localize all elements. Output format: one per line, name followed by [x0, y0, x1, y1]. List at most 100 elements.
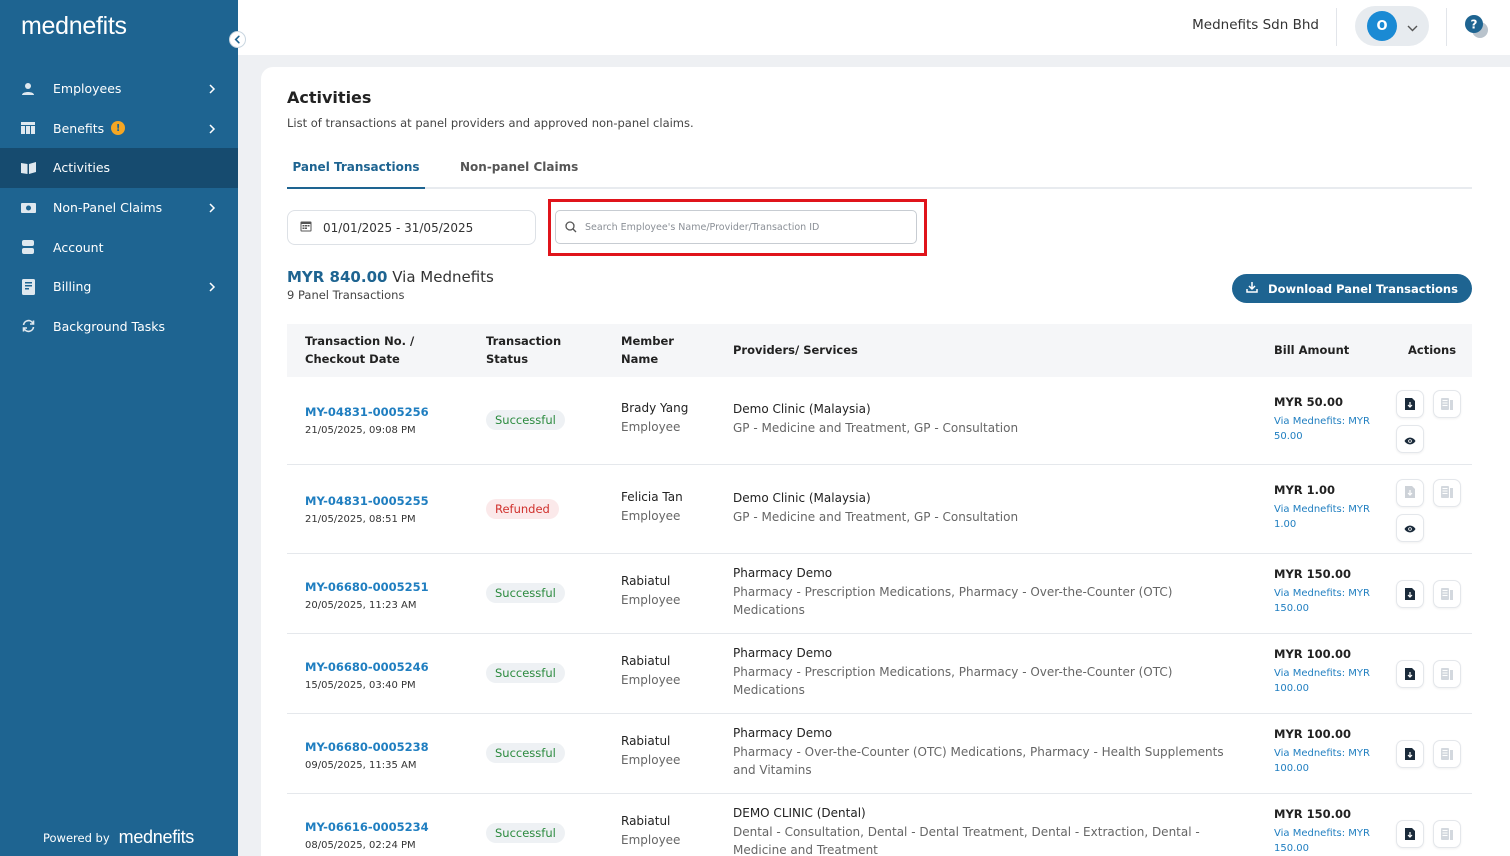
invoice-icon [1441, 483, 1453, 502]
sidebar-item-employees[interactable]: Employees [0, 69, 238, 109]
member-name: Rabiatul [621, 654, 671, 668]
checkout-date: 09/05/2025, 11:35 AM [305, 760, 417, 771]
checkout-date: 08/05/2025, 02:24 PM [305, 840, 416, 851]
sidebar-item-non-panel-claims[interactable]: Non-Panel Claims [0, 188, 238, 228]
benefits-icon [20, 120, 36, 136]
avatar: O [1367, 11, 1397, 41]
tab-non-panel-claims[interactable]: Non-panel Claims [460, 149, 578, 189]
sidebar-item-background-tasks[interactable]: Background Tasks [0, 307, 238, 347]
member-type: Employee [621, 593, 681, 607]
sidebar-item-account[interactable]: Account [0, 227, 238, 267]
member-name: Rabiatul [621, 574, 671, 588]
member-cell: Brady Yang Employee [621, 401, 688, 434]
transaction-cell: MY-06680-0005238 09/05/2025, 11:35 AM [305, 740, 429, 771]
table-row: MY-06616-0005234 08/05/2025, 02:24 PM Su… [287, 794, 1472, 856]
sidebar-item-label: Employees [53, 81, 122, 97]
invoice-button[interactable] [1433, 740, 1461, 768]
total-amount: MYR 840.00 Via Mednefits [287, 268, 494, 286]
svg-text:?: ? [1471, 18, 1478, 32]
user-menu-button[interactable]: O [1355, 6, 1429, 46]
member-name: Rabiatul [621, 814, 671, 828]
member-cell: Rabiatul Employee [621, 814, 680, 847]
invoice-button[interactable] [1433, 820, 1461, 848]
transaction-cell: MY-06680-0005246 15/05/2025, 03:40 PM [305, 660, 429, 691]
provider-name: Pharmacy Demo [733, 566, 833, 580]
date-range-picker[interactable]: 01/01/2025 - 31/05/2025 [287, 210, 536, 245]
invoice-button[interactable] [1433, 580, 1461, 608]
transaction-link[interactable]: MY-04831-0005255 [305, 494, 429, 508]
chevron-right-icon [208, 280, 216, 295]
member-name: Rabiatul [621, 734, 671, 748]
checkout-date: 21/05/2025, 08:51 PM [305, 513, 416, 525]
help-icon[interactable]: ? [1464, 14, 1490, 40]
invoice-icon [1441, 665, 1453, 684]
invoice-button[interactable] [1433, 660, 1461, 688]
invoice-icon [1441, 745, 1453, 764]
download-receipt-button[interactable] [1396, 580, 1424, 608]
sidebar-item-label: Non-Panel Claims [53, 200, 163, 216]
download-receipt-button[interactable] [1396, 740, 1424, 768]
member-cell: Rabiatul Employee [621, 654, 680, 687]
account-icon [20, 239, 36, 255]
chevron-right-icon [208, 82, 216, 97]
invoice-button[interactable] [1433, 390, 1461, 418]
table-row: MY-04831-0005256 21/05/2025, 09:08 PM Su… [287, 377, 1472, 465]
search-field[interactable] [555, 210, 917, 244]
provider-cell: Pharmacy Demo Pharmacy - Over-the-Counte… [733, 726, 1228, 779]
header-status: Transaction Status [486, 334, 562, 366]
page-subtitle: List of transactions at panel providers … [287, 116, 694, 130]
sidebar-item-label: Activities [53, 160, 111, 176]
transaction-link[interactable]: MY-06680-0005246 [305, 660, 429, 674]
transaction-link[interactable]: MY-06680-0005238 [305, 740, 429, 754]
table-header: Transaction No. / Checkout Date Transacti… [287, 324, 1472, 377]
divider [1446, 8, 1447, 46]
transaction-link[interactable]: MY-06616-0005234 [305, 820, 429, 834]
via-mednefits-amount: Via Mednefits: MYR 100.00 [1274, 748, 1370, 774]
mednefits-logo[interactable]: mednefits [21, 12, 127, 41]
member-cell: Rabiatul Employee [621, 574, 680, 607]
provider-cell: Pharmacy Demo Pharmacy - Prescription Me… [733, 566, 1228, 619]
provider-services: GP - Medicine and Treatment, GP - Consul… [733, 509, 1019, 524]
activities-card: Activities List of transactions at panel… [261, 67, 1510, 856]
download-panel-transactions-button[interactable]: Download Panel Transactions [1232, 274, 1472, 303]
download-receipt-button[interactable] [1396, 660, 1424, 688]
download-receipt-button[interactable] [1396, 820, 1424, 848]
sidebar-item-label: Background Tasks [53, 318, 166, 334]
collapse-sidebar-button[interactable] [229, 31, 246, 48]
view-button[interactable] [1396, 425, 1424, 453]
transaction-link[interactable]: MY-04831-0005256 [305, 405, 429, 419]
cash-icon [20, 200, 36, 216]
divider [1336, 8, 1337, 46]
page-title: Activities [287, 88, 372, 107]
transaction-cell: MY-06680-0005251 20/05/2025, 11:23 AM [305, 580, 429, 611]
chevron-down-icon [1407, 17, 1418, 36]
document-download-icon [1405, 395, 1415, 414]
sidebar-item-label: Billing [53, 279, 92, 295]
sidebar-item-activities[interactable]: Activities [0, 148, 238, 188]
transaction-link[interactable]: MY-06680-0005251 [305, 580, 429, 594]
company-name: Mednefits Sdn Bhd [1192, 17, 1319, 33]
status-cell: Successful [486, 822, 565, 843]
download-receipt-button[interactable] [1396, 390, 1424, 418]
calendar-icon [300, 220, 312, 235]
total-amount-value: MYR 840.00 [287, 268, 388, 286]
bill-amount: MYR 50.00 [1274, 395, 1344, 409]
status-cell: Successful [486, 662, 565, 683]
eye-icon [1404, 430, 1416, 449]
sidebar-item-benefits[interactable]: Benefits ! [0, 109, 238, 149]
provider-services: GP - Medicine and Treatment, GP - Consul… [733, 421, 1019, 435]
sidebar-item-billing[interactable]: Billing [0, 267, 238, 307]
invoice-button[interactable] [1433, 478, 1461, 507]
member-name: Felicia Tan [621, 489, 683, 504]
bill-cell: MYR 100.00 Via Mednefits: MYR 100.00 [1274, 727, 1378, 776]
tab-panel-transactions[interactable]: Panel Transactions [287, 149, 425, 189]
view-button[interactable] [1396, 513, 1424, 542]
provider-name: DEMO CLINIC (Dental) [733, 806, 866, 820]
header-actions: Actions [1408, 342, 1457, 357]
header-transaction: Transaction No. / Checkout Date [305, 334, 415, 366]
via-mednefits-amount: Via Mednefits: MYR 50.00 [1274, 416, 1370, 442]
search-input[interactable] [585, 221, 905, 233]
download-receipt-button[interactable] [1396, 478, 1424, 507]
status-badge: Refunded [486, 498, 559, 519]
bill-cell: MYR 150.00 Via Mednefits: MYR 150.00 [1274, 807, 1378, 856]
